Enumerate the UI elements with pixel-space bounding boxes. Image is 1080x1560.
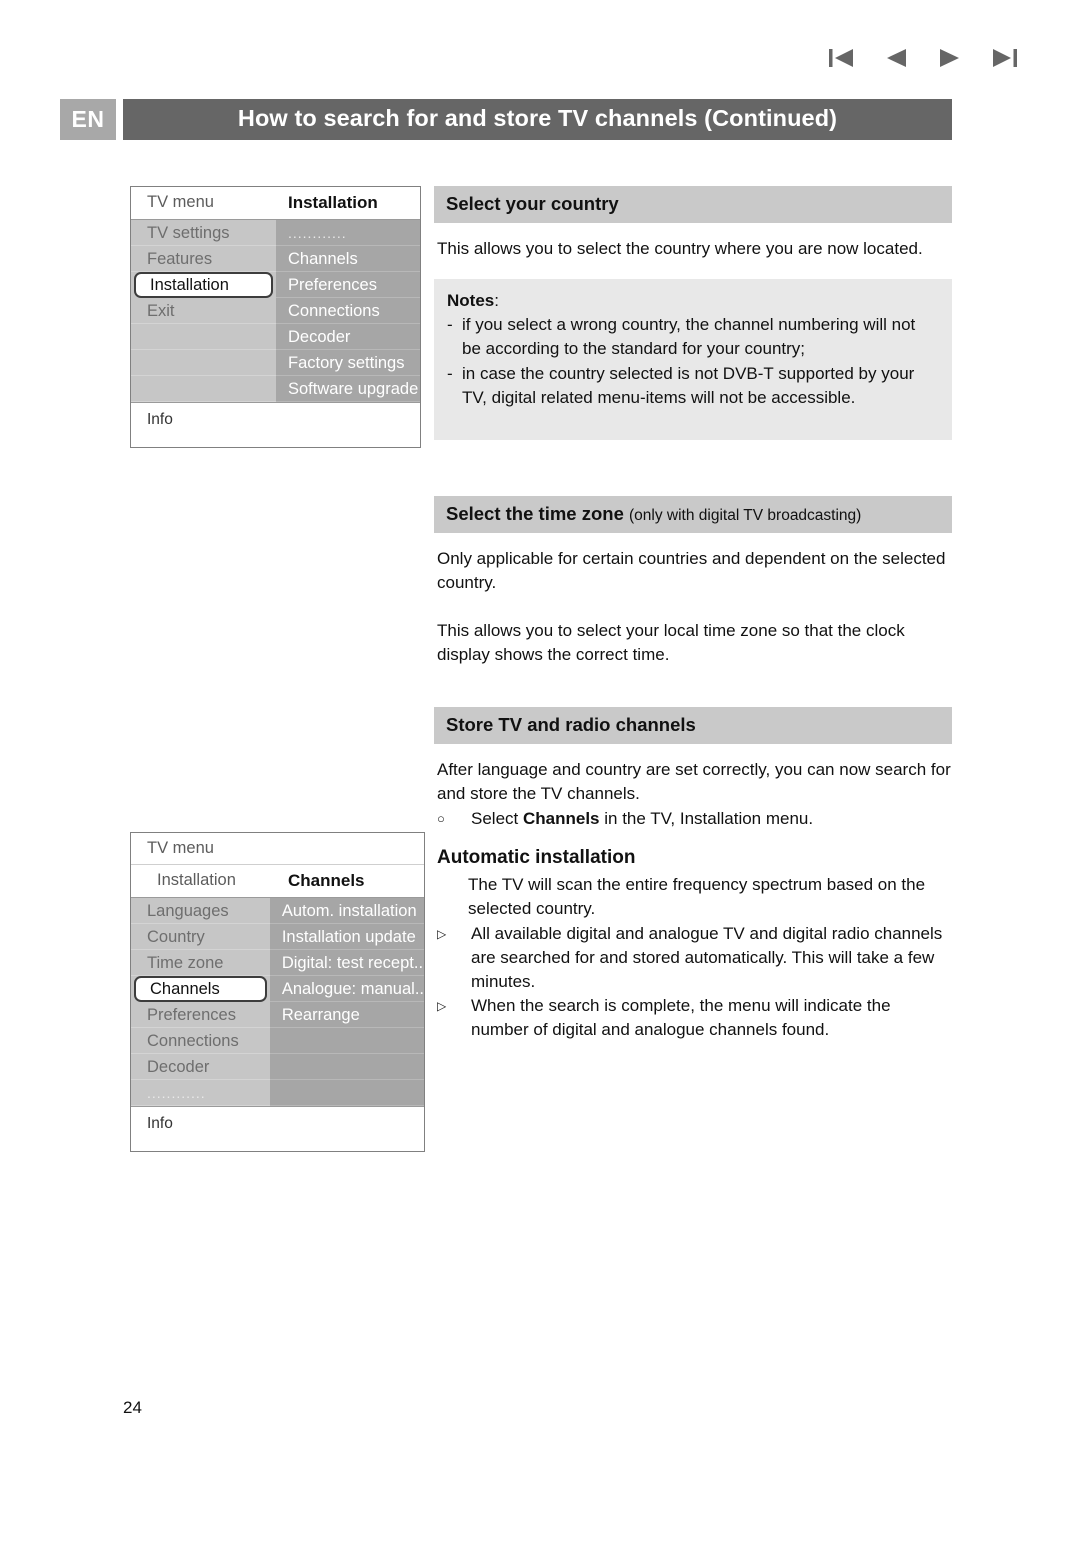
bullet-text: Select Channels in the TV, Installation … [471, 807, 952, 831]
subsection-body-automatic-installation: The TV will scan the entire frequency sp… [468, 875, 926, 918]
panel-header-left: Installation [157, 871, 236, 889]
menu-item[interactable]: TV settings [131, 220, 276, 246]
menu-item[interactable]: Factory settings [276, 350, 420, 376]
panel-info-footer: Info [131, 1106, 424, 1151]
menu-item[interactable]: Rearrange [269, 1002, 424, 1028]
menu-item[interactable]: Decoder [131, 1054, 270, 1080]
menu-item[interactable]: Channels [276, 246, 420, 272]
section-heading-timezone-main: Select the time zone [446, 503, 624, 524]
menu-item-selected[interactable]: Channels [134, 976, 267, 1002]
menu-item[interactable]: Features [131, 246, 276, 272]
menu-item-dots: ............ [131, 1080, 270, 1106]
section-body-timezone-1: Only applicable for certain countries an… [437, 549, 946, 592]
notes-label-colon: : [494, 291, 499, 310]
section-heading-country: Select your country [434, 186, 952, 223]
menu-item[interactable]: Analogue: manual.. [269, 976, 424, 1002]
skip-forward-icon[interactable] [992, 46, 1018, 70]
notes-label-text: Notes [447, 291, 495, 310]
menu-item-empty [131, 324, 276, 350]
notes-label: Notes: [447, 291, 938, 311]
note-dash: - [447, 315, 453, 334]
panel-header-top-right [276, 833, 424, 864]
panel-rows: Languages Country Time zone Channels Pre… [131, 897, 424, 1106]
panel-left-column: Languages Country Time zone Channels Pre… [131, 898, 270, 1106]
panel-info-footer: Info [131, 402, 420, 447]
triangle-bullet-item: ▷ When the search is complete, the menu … [437, 994, 952, 1042]
panel-header-top-label: TV menu [147, 839, 214, 857]
menu-item[interactable]: Digital: test recept.. [269, 950, 424, 976]
panel-right-column: ............ Channels Preferences Connec… [276, 220, 420, 402]
page-header: EN How to search for and store TV channe… [60, 99, 952, 140]
note-text: in case the country selected is not DVB-… [462, 364, 915, 407]
menu-item[interactable]: Languages [131, 898, 270, 924]
menu-item[interactable]: Country [131, 924, 270, 950]
panel-header-right: Channels [288, 871, 365, 890]
menu-item[interactable]: Connections [276, 298, 420, 324]
panel-header-left: TV menu [147, 193, 214, 211]
menu-item[interactable]: Connections [131, 1028, 270, 1054]
circle-bullet-icon: ○ [437, 811, 445, 826]
next-icon[interactable] [938, 46, 962, 70]
menu-item-selected[interactable]: Installation [134, 272, 273, 298]
language-badge: EN [60, 99, 116, 140]
triangle-bullet-item: ▷ All available digital and analogue TV … [437, 922, 952, 994]
menu-item[interactable]: Preferences [131, 1002, 270, 1028]
panel-right-column: Autom. installation Installation update … [269, 898, 424, 1106]
tv-menu-installation-panel: TV menu Installation TV settings Feature… [130, 186, 421, 448]
note-text: if you select a wrong country, the chann… [462, 315, 916, 358]
menu-item[interactable]: Decoder [276, 324, 420, 350]
note-item: - in case the country selected is not DVB… [447, 362, 938, 410]
bullet-text-pre: Select [471, 809, 523, 828]
triangle-bullet-icon: ▷ [437, 927, 447, 941]
page-number: 24 [123, 1398, 142, 1417]
page-title: How to search for and store TV channels … [123, 99, 952, 140]
article-content: Select your country This allows you to s… [434, 186, 952, 1042]
menu-item[interactable]: Autom. installation [269, 898, 424, 924]
menu-item-dots: ............ [276, 220, 420, 246]
section-body-timezone-2: This allows you to select your local tim… [437, 621, 905, 664]
menu-item-empty [131, 350, 276, 376]
previous-icon[interactable] [884, 46, 908, 70]
menu-item-empty [269, 1054, 424, 1080]
triangle-bullet-text: When the search is complete, the menu wi… [471, 996, 891, 1039]
triangle-bullet-icon: ▷ [437, 999, 447, 1013]
section-body-country: This allows you to select the country wh… [437, 239, 923, 258]
subsection-heading-automatic-installation: Automatic installation [437, 847, 636, 868]
menu-item[interactable]: Exit [131, 298, 276, 324]
panel-header: Installation Channels [131, 865, 424, 897]
section-heading-timezone: Select the time zone (only with digital … [434, 496, 952, 533]
section-heading-timezone-sub: (only with digital TV broadcasting) [629, 507, 862, 524]
panel-header: TV menu Installation [131, 187, 420, 219]
menu-item-empty [131, 376, 276, 402]
menu-item[interactable]: Preferences [276, 272, 420, 298]
menu-item-empty [269, 1028, 424, 1054]
section-body-store: After language and country are set corre… [437, 760, 951, 803]
bullet-text-bold: Channels [522, 809, 600, 828]
page-navigation-arrows [828, 46, 1018, 70]
section-heading-store: Store TV and radio channels [434, 707, 952, 744]
menu-item[interactable]: Time zone [131, 950, 270, 976]
panel-header-right: Installation [288, 193, 378, 212]
bullet-text-post: in the TV, Installation menu. [599, 809, 814, 828]
note-dash: - [447, 364, 453, 383]
menu-item[interactable]: Installation update [269, 924, 424, 950]
tv-menu-channels-panel: TV menu Installation Channels Languages … [130, 832, 425, 1152]
triangle-bullet-text: All available digital and analogue TV an… [471, 924, 943, 991]
bullet-item-select-channels: ○ Select Channels in the TV, Installatio… [437, 807, 952, 831]
menu-item-empty [269, 1080, 424, 1106]
notes-box: Notes: - if you select a wrong country, t… [434, 279, 952, 440]
menu-item[interactable]: Software upgrade [276, 376, 420, 402]
panel-header-top: TV menu [131, 833, 424, 865]
panel-rows: TV settings Features Installation Exit .… [131, 219, 420, 402]
note-item: - if you select a wrong country, the chan… [447, 313, 938, 361]
skip-back-icon[interactable] [828, 46, 854, 70]
panel-left-column: TV settings Features Installation Exit [131, 220, 276, 402]
